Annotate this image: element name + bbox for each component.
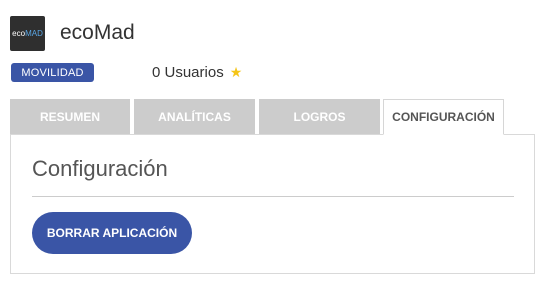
tab-configuracion[interactable]: CONFIGURACIÓN <box>383 99 504 135</box>
app-logo: eco MAD <box>10 16 45 51</box>
tab-logros[interactable]: LOGROS <box>259 99 380 134</box>
app-detail-page: eco MAD ecoMad MOVILIDAD 0 Usuarios ★ RES… <box>0 0 542 291</box>
settings-panel: Configuración BORRAR APLICACIÓN <box>10 134 535 274</box>
tab-resumen[interactable]: RESUMEN <box>10 99 130 134</box>
logo-text-mad: MAD <box>25 28 43 38</box>
app-title: ecoMad <box>60 21 135 44</box>
category-badge: MOVILIDAD <box>11 63 94 82</box>
divider <box>32 196 514 197</box>
users-count: 0 Usuarios ★ <box>152 64 242 81</box>
panel-title: Configuración <box>32 156 168 181</box>
users-count-label: 0 Usuarios <box>152 64 224 81</box>
logo-text-eco: eco <box>12 28 26 38</box>
tab-analiticas[interactable]: ANALÍTICAS <box>134 99 255 134</box>
delete-app-button[interactable]: BORRAR APLICACIÓN <box>32 212 192 254</box>
star-icon: ★ <box>229 64 243 80</box>
